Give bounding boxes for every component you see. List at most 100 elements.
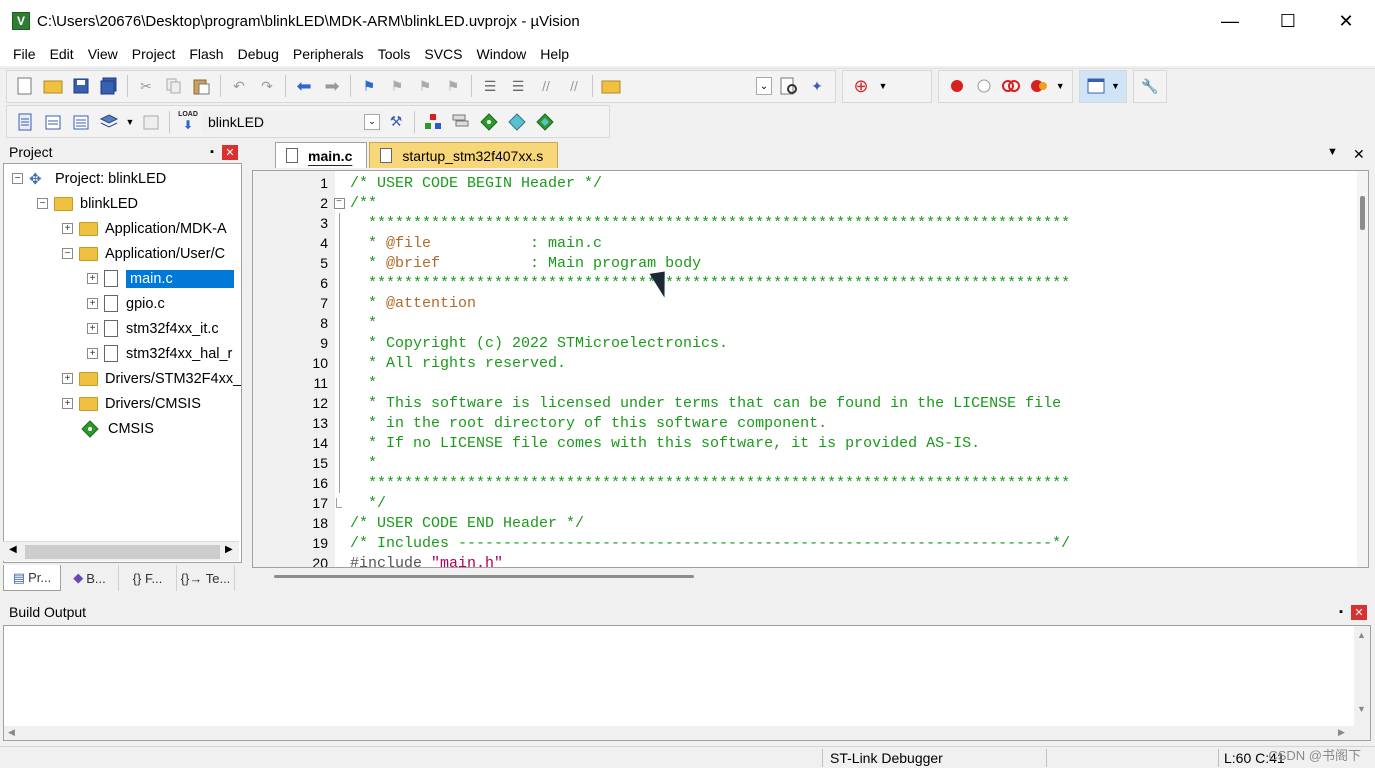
menu-view[interactable]: View	[81, 46, 125, 62]
chevron-down-icon[interactable]: ⌄	[364, 113, 380, 130]
debug-dropdown-icon[interactable]: ▼	[878, 75, 888, 97]
expand-icon[interactable]: +	[62, 398, 73, 409]
tree-item-target[interactable]: − blinkLED	[37, 191, 138, 216]
stop-build-icon[interactable]	[140, 111, 162, 133]
uncomment-icon[interactable]: //	[563, 75, 585, 97]
menu-help[interactable]: Help	[533, 46, 576, 62]
unindent-icon[interactable]: ☰	[507, 75, 529, 97]
pin-icon[interactable]: ▪	[1339, 606, 1343, 618]
tree-item-folder[interactable]: + Drivers/STM32F4xx_	[62, 366, 241, 391]
code-line[interactable]: 6 **************************************…	[253, 273, 1353, 293]
collapse-icon[interactable]: −	[333, 197, 345, 209]
scroll-down-icon[interactable]: ▼	[1357, 704, 1366, 714]
build-output-panel[interactable]: ▲ ▼ ◀ ▶	[3, 625, 1371, 741]
clear-bookmarks-icon[interactable]: ⚑	[442, 75, 464, 97]
run-time-environment-icon[interactable]	[478, 111, 500, 133]
save-all-icon[interactable]	[98, 75, 120, 97]
editor-horizontal-scrollbar[interactable]	[252, 570, 1369, 584]
collapse-icon[interactable]: −	[12, 173, 23, 184]
menu-edit[interactable]: Edit	[43, 46, 81, 62]
tree-item-file[interactable]: + stm32f4xx_it.c	[87, 316, 219, 341]
code-line[interactable]: 15 *	[253, 453, 1353, 473]
prev-bookmark-icon[interactable]: ⚑	[386, 75, 408, 97]
configure-wrench-icon[interactable]: 🔧	[1141, 75, 1159, 97]
batch-dropdown-icon[interactable]: ▼	[126, 111, 135, 133]
target-options-icon[interactable]: ⚒	[385, 111, 407, 133]
code-line[interactable]: 11 *	[253, 373, 1353, 393]
collapse-icon[interactable]: −	[37, 198, 48, 209]
tree-item-file[interactable]: + stm32f4xx_hal_r	[87, 341, 232, 366]
code-line[interactable]: 13 * in the root directory of this softw…	[253, 413, 1353, 433]
code-line[interactable]: 12 * This software is licensed under ter…	[253, 393, 1353, 413]
tab-templates[interactable]: {}→ Te...	[177, 565, 235, 591]
code-line[interactable]: 5 * @brief : Main program body	[253, 253, 1353, 273]
navigate-back-icon[interactable]: ⬅	[293, 75, 315, 97]
menu-debug[interactable]: Debug	[231, 46, 286, 62]
code-line[interactable]: 10 * All rights reserved.	[253, 353, 1353, 373]
navigate-forward-icon[interactable]: ➡	[321, 75, 343, 97]
scroll-up-icon[interactable]: ▲	[1357, 630, 1366, 640]
find-dropdown-icon[interactable]: ⌄	[756, 77, 772, 95]
close-button[interactable]: ✕	[1317, 0, 1375, 42]
build-vertical-scrollbar[interactable]: ▲ ▼	[1354, 626, 1370, 740]
file-extensions-icon[interactable]	[422, 111, 444, 133]
editor-vertical-scrollbar[interactable]	[1357, 171, 1368, 567]
expand-icon[interactable]: +	[87, 273, 98, 284]
code-editor[interactable]: 1/* USER CODE BEGIN Header */2−/** 3 ****…	[252, 170, 1369, 568]
kill-all-breakpoints-icon[interactable]	[1028, 75, 1049, 97]
code-line[interactable]: 4 * @file : main.c	[253, 233, 1353, 253]
find-in-files-icon[interactable]	[600, 75, 622, 97]
new-file-icon[interactable]	[14, 75, 36, 97]
manage-components-icon[interactable]	[450, 111, 472, 133]
debug-session-icon[interactable]: ✦	[806, 75, 828, 97]
code-line[interactable]: 14 * If no LICENSE file comes with this …	[253, 433, 1353, 453]
layout-dropdown-icon[interactable]: ▼	[1111, 75, 1120, 97]
code-line[interactable]: 1 /* USER CODE BEGIN Header */	[253, 173, 1353, 193]
build-icon[interactable]	[42, 111, 64, 133]
tab-functions[interactable]: {} F...	[119, 565, 177, 591]
expand-icon[interactable]: +	[87, 298, 98, 309]
close-icon[interactable]: ✕	[1351, 604, 1367, 620]
rebuild-icon[interactable]	[70, 111, 92, 133]
tree-item-cmsis[interactable]: CMSIS	[80, 416, 154, 441]
redo-icon[interactable]: ↷	[256, 75, 278, 97]
paste-icon[interactable]	[191, 75, 213, 97]
expand-icon[interactable]: +	[62, 223, 73, 234]
code-line[interactable]: 20 #include "main.h"	[253, 553, 1353, 568]
indent-icon[interactable]: ☰	[479, 75, 501, 97]
collapse-icon[interactable]: −	[62, 248, 73, 259]
breakpoint-dropdown-icon[interactable]: ▼	[1055, 75, 1065, 97]
code-line[interactable]: 19 /* Includes --------------------------…	[253, 533, 1353, 553]
pin-icon[interactable]: ▪	[210, 146, 214, 158]
undo-icon[interactable]: ↶	[228, 75, 250, 97]
expand-icon[interactable]: +	[62, 373, 73, 384]
scroll-left-icon[interactable]: ◀	[8, 727, 15, 738]
code-line[interactable]: 18 /* USER CODE END Header */	[253, 513, 1353, 533]
scroll-thumb[interactable]	[25, 545, 220, 559]
tree-item-folder[interactable]: − Application/User/C	[62, 241, 225, 266]
disable-breakpoint-icon[interactable]	[973, 75, 994, 97]
scroll-thumb[interactable]	[274, 575, 694, 578]
tree-item-folder[interactable]: + Application/MDK-A	[62, 216, 227, 241]
code-line[interactable]: 17 */	[253, 493, 1353, 513]
tab-books[interactable]: ◆ B...	[61, 565, 119, 591]
open-file-icon[interactable]	[42, 75, 64, 97]
save-icon[interactable]	[70, 75, 92, 97]
tab-list-dropdown-icon[interactable]: ▼	[1327, 146, 1338, 158]
next-bookmark-icon[interactable]: ⚑	[414, 75, 436, 97]
code-line[interactable]: 7 * @attention	[253, 293, 1353, 313]
project-horizontal-scrollbar[interactable]: ◀ ▶	[3, 541, 239, 561]
menu-flash[interactable]: Flash	[182, 46, 230, 62]
maximize-button[interactable]: ☐	[1259, 0, 1317, 42]
menu-window[interactable]: Window	[470, 46, 534, 62]
bookmark-icon[interactable]: ⚑	[358, 75, 380, 97]
fold-marker[interactable]: −	[328, 197, 350, 209]
menu-peripherals[interactable]: Peripherals	[286, 46, 371, 62]
expand-icon[interactable]: +	[87, 348, 98, 359]
code-line[interactable]: 16 *************************************…	[253, 473, 1353, 493]
menu-svcs[interactable]: SVCS	[417, 46, 469, 62]
code-line[interactable]: 8 *	[253, 313, 1353, 333]
menu-project[interactable]: Project	[125, 46, 183, 62]
scroll-thumb[interactable]	[1360, 196, 1365, 230]
code-line[interactable]: 9 * Copyright (c) 2022 STMicroelectronic…	[253, 333, 1353, 353]
